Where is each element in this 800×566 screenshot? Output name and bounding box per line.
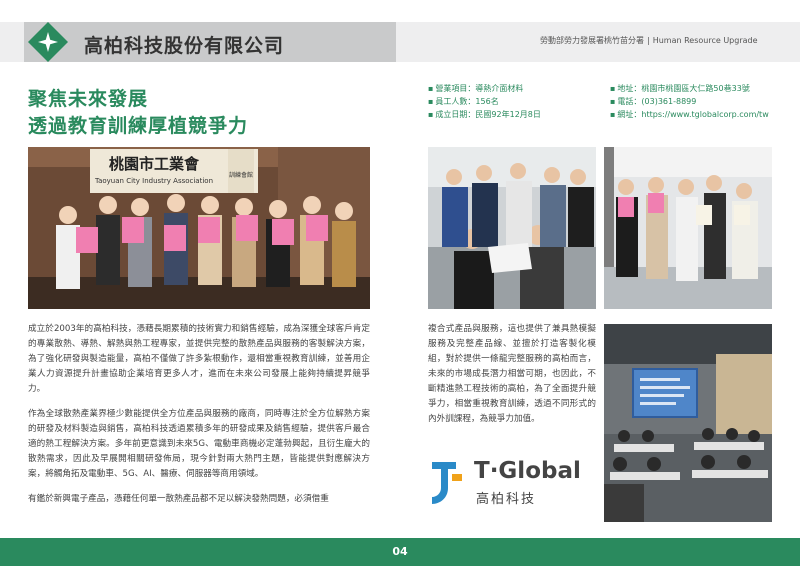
training-photo-lecture	[604, 324, 772, 522]
body-text-right: 複合式產品與服務，這也提供了兼具熱模擬服務及完整產品線、並擅於打造客製化模組，對…	[428, 322, 596, 437]
training-photo-handson	[428, 147, 596, 309]
headline-line-2: 透過教育訓練厚植競爭力	[28, 115, 249, 137]
info-address: 地址：桃園市桃園區大仁路50巷33號	[610, 82, 769, 95]
program-separator: |	[647, 36, 650, 45]
brand-logo: T·Global 高柏科技	[430, 458, 590, 507]
program-title: 勞動部勞力發展署桃竹苗分署 | Human Resource Upgrade	[540, 35, 758, 46]
paragraph-continued: 有鑑於新興電子產品，憑藉任何單一散熱產品都不足以解決發熱問題，必須借重	[28, 494, 329, 504]
paragraph-services: 複合式產品與服務，這也提供了兼具熱模擬服務及完整產品線、並擅於打造客製化模組，對…	[428, 324, 596, 424]
brand-name: T·Global	[474, 458, 581, 484]
t-global-logo-icon	[430, 458, 464, 506]
info-phone: 電話：(03)361-8899	[610, 95, 769, 108]
company-name: 高柏科技股份有限公司	[84, 35, 285, 57]
info-founded: 成立日期：民國92年12月8日	[428, 108, 540, 121]
headline-line-1: 聚焦未來發展	[28, 88, 149, 110]
info-website: 網址：https://www.tglobalcorp.com/tw	[610, 108, 768, 121]
info-employees: 員工人數：156名	[428, 95, 541, 108]
sign-text-side: 訓練會館	[229, 171, 253, 179]
company-info-left: 營業項目：導熱介面材料 員工人數：156名 成立日期：民國92年12月8日	[428, 82, 541, 121]
info-business: 營業項目：導熱介面材料	[428, 82, 541, 95]
sign-text-english: Taoyuan City Industry Association	[94, 177, 213, 185]
diamond-star-icon	[28, 22, 68, 62]
paragraph-solutions: 作為全球散熱產業界極少數能提供全方位產品與服務的廠商，同時專注於全方位解熱方案的…	[28, 409, 370, 479]
company-info-right: 地址：桃園市桃園區大仁路50巷33號 電話：(03)361-8899 網址：ht…	[610, 82, 769, 121]
group-photo-main: 桃園市工業會 Taoyuan City Industry Association…	[28, 147, 370, 309]
sign-text-chinese: 桃園市工業會	[109, 155, 200, 173]
program-name-en: Human Resource Upgrade	[652, 36, 758, 45]
body-text-left: 成立於2003年的高柏科技，憑藉長期累積的技術實力和銷售經驗，成為深獲全球客戶肯…	[28, 322, 370, 517]
paragraph-intro: 成立於2003年的高柏科技，憑藉長期累積的技術實力和銷售經驗，成為深獲全球客戶肯…	[28, 324, 370, 394]
headline: 聚焦未來發展 透過教育訓練厚植競爭力	[28, 86, 248, 140]
brand-subname: 高柏科技	[476, 492, 537, 507]
training-photo-certificates	[604, 147, 772, 309]
page-number: 04	[392, 545, 408, 558]
program-name: 勞動部勞力發展署桃竹苗分署	[540, 36, 644, 45]
